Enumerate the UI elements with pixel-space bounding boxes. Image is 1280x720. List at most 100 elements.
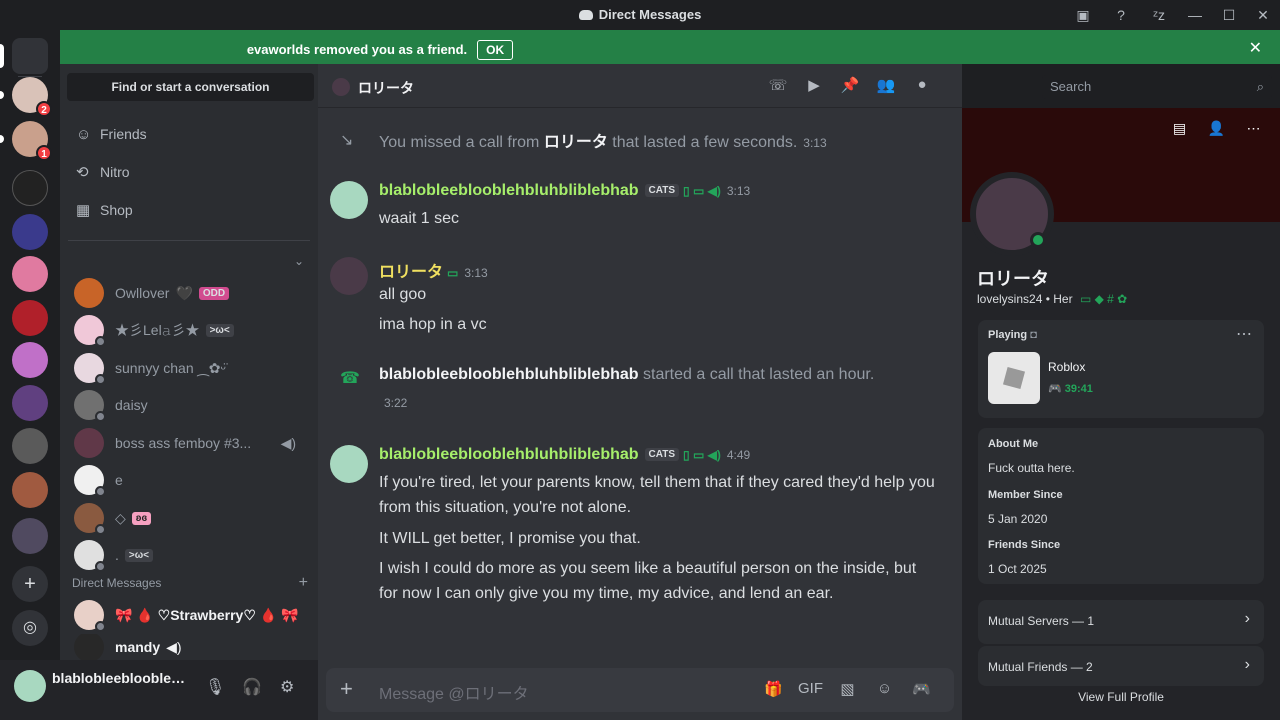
sticker-icon[interactable]: ▧ [829,680,866,698]
avatar [74,315,106,347]
nav-nitro[interactable]: ⟲ Nitro [68,154,310,190]
avatar[interactable] [330,257,368,295]
nav-friends[interactable]: ☺ Friends [68,116,310,152]
mention-badge: 2 [36,101,52,117]
help-icon[interactable]: ? [1102,7,1140,23]
avatar [332,78,350,96]
profile-avatar [970,172,1054,256]
user-status-icon[interactable]: ᶻz [1140,7,1178,23]
add-friend-icon[interactable]: 👤 [1198,120,1235,137]
dm-item[interactable]: ◇ ʚɞ [68,500,310,536]
online-status [1030,232,1046,248]
server-icon[interactable] [12,428,48,464]
settings-icon[interactable]: ⚙ [280,677,294,697]
author-name[interactable]: blablobleeblooblehbluhbliblebhab [379,446,639,463]
mention-badge: 1 [36,145,52,161]
server-icon[interactable] [12,342,48,378]
voice-call-icon[interactable]: ☏ [760,76,796,94]
user-profile-icon[interactable]: ● [904,76,940,94]
emoji-icon[interactable]: ☺ [866,680,903,698]
roblox-icon [988,352,1040,404]
profile-display-name: ロリータ [977,269,1049,289]
search-icon: ⌕ [1256,79,1264,94]
avatar[interactable] [14,670,46,702]
dm-item[interactable]: Owllover 🖤 ODD [68,275,310,311]
dm-item[interactable]: mandy ◀) [68,634,310,660]
avatar[interactable] [330,181,368,219]
note-icon[interactable]: ▤ [1161,120,1198,137]
pinned-icon[interactable]: 📌 [832,76,868,94]
author-name[interactable]: blablobleeblooblehbluhbliblebhab [379,182,639,199]
info-icon: ◘ [1030,329,1037,341]
headphones-icon[interactable]: 🎧 [242,677,262,697]
speaker-icon: ◀) [280,434,296,451]
more-icon[interactable]: ⋯ [1236,324,1252,344]
nitro-icon: ⟲ [76,164,89,181]
more-icon[interactable]: ⋯ [1235,120,1272,137]
add-server-icon[interactable]: + [12,566,48,602]
missed-call-icon: ↘ [340,132,354,149]
avatar [74,634,104,660]
home-button[interactable] [0,38,48,74]
attach-icon[interactable]: + [340,676,353,702]
game-name: Roblox [1048,360,1086,374]
search-input[interactable]: Search ⌕ [1042,75,1272,99]
profile-panel: ▤ 👤 ⋯ ロリータ lovelysins24 • Her ▭ ◆ # ✿ Pl… [962,108,1280,720]
activity-icon[interactable]: 🎮 [903,680,940,698]
author-name[interactable]: ロリータ [379,264,443,281]
dm-item[interactable]: ★彡Lel𝚊彡★ >ω< [68,312,310,348]
dm-item[interactable]: 🎀 🩸 ♡Strawberry♡ 🩸 🎀 [68,597,310,633]
avatar[interactable] [330,445,368,483]
dm-avatar-1[interactable]: 2 [0,77,52,117]
dm-item[interactable]: e [68,462,310,498]
add-friend-icon[interactable]: 👥 [868,76,904,94]
discover-icon[interactable]: ◎ [12,610,48,646]
server-icon[interactable] [12,170,48,206]
chevron-down-icon[interactable]: ⌄ [294,254,304,268]
find-conversation-button[interactable]: Find or start a conversation [67,73,314,101]
guild-tag: CATS [644,448,680,461]
dm-item[interactable]: . >ω< [68,537,310,573]
close-icon[interactable]: ✕ [1249,38,1262,58]
selected-indicator [0,44,4,68]
microphone-icon[interactable]: 🎙 [205,677,225,697]
nav-shop[interactable]: ▦ Shop [68,192,310,228]
shop-icon: ▦ [76,202,91,219]
avatar [74,353,106,385]
dm-avatar-2[interactable]: 1 [0,121,52,161]
inbox-icon[interactable]: ▣ [1064,7,1102,24]
close-icon[interactable]: ✕ [1246,7,1280,24]
activity-card: Playing ◘ ⋯ Roblox 🎮 39:41 [978,320,1264,418]
banner-ok-button[interactable]: OK [477,40,514,60]
maximize-icon[interactable]: ☐ [1212,7,1246,24]
dm-item[interactable]: daisy [68,387,310,423]
message-input[interactable]: Message @ロリータ [379,680,529,704]
guild-tag: CATS [644,184,680,197]
badges: ▭ ◆ # ✿ [1079,292,1128,306]
dm-sidebar: Find or start a conversation ☺ Friends ⟲ N… [60,64,318,660]
title-bar: Direct Messages ▣ ? ᶻz — ☐ ✕ [0,0,1280,30]
create-dm-icon[interactable]: + [299,574,308,592]
chevron-right-icon: › [1244,610,1250,627]
server-icon[interactable] [12,256,48,292]
dm-item[interactable]: boss ass femboy #3... ◀) [68,425,310,461]
minimize-icon[interactable]: — [1178,7,1212,23]
notice-banner: evaworlds removed you as a friend. OK ✕ [60,30,1280,64]
view-full-profile-button[interactable]: View Full Profile [962,690,1280,704]
message-composer[interactable]: + Message @ロリータ 🎁 GIF ▧ ☺ 🎮 [326,668,954,712]
gift-icon[interactable]: 🎁 [755,680,792,698]
server-icon[interactable] [12,214,48,250]
video-call-icon[interactable]: ▶ [796,76,832,94]
mutual-friends-button[interactable]: Mutual Friends — 2 › [978,646,1264,686]
pronouns: Her [1053,292,1073,306]
dm-item[interactable]: sunnyy chan ⁔✿ᵕ̈ [68,350,310,386]
gif-icon[interactable]: GIF [792,680,829,698]
server-folder[interactable] [12,518,48,554]
server-icon[interactable] [12,300,48,336]
server-icon[interactable] [12,385,48,421]
username[interactable]: blablobleeblooblehbluhbliblebhab [52,670,192,686]
mutual-servers-button[interactable]: Mutual Servers — 1 › [978,600,1264,644]
friends-icon: ☺ [76,125,92,143]
user-panel: blablobleeblooblehbluhbliblebhab 🎙 🎧 ⚙ [0,660,318,720]
server-icon[interactable] [12,472,48,508]
